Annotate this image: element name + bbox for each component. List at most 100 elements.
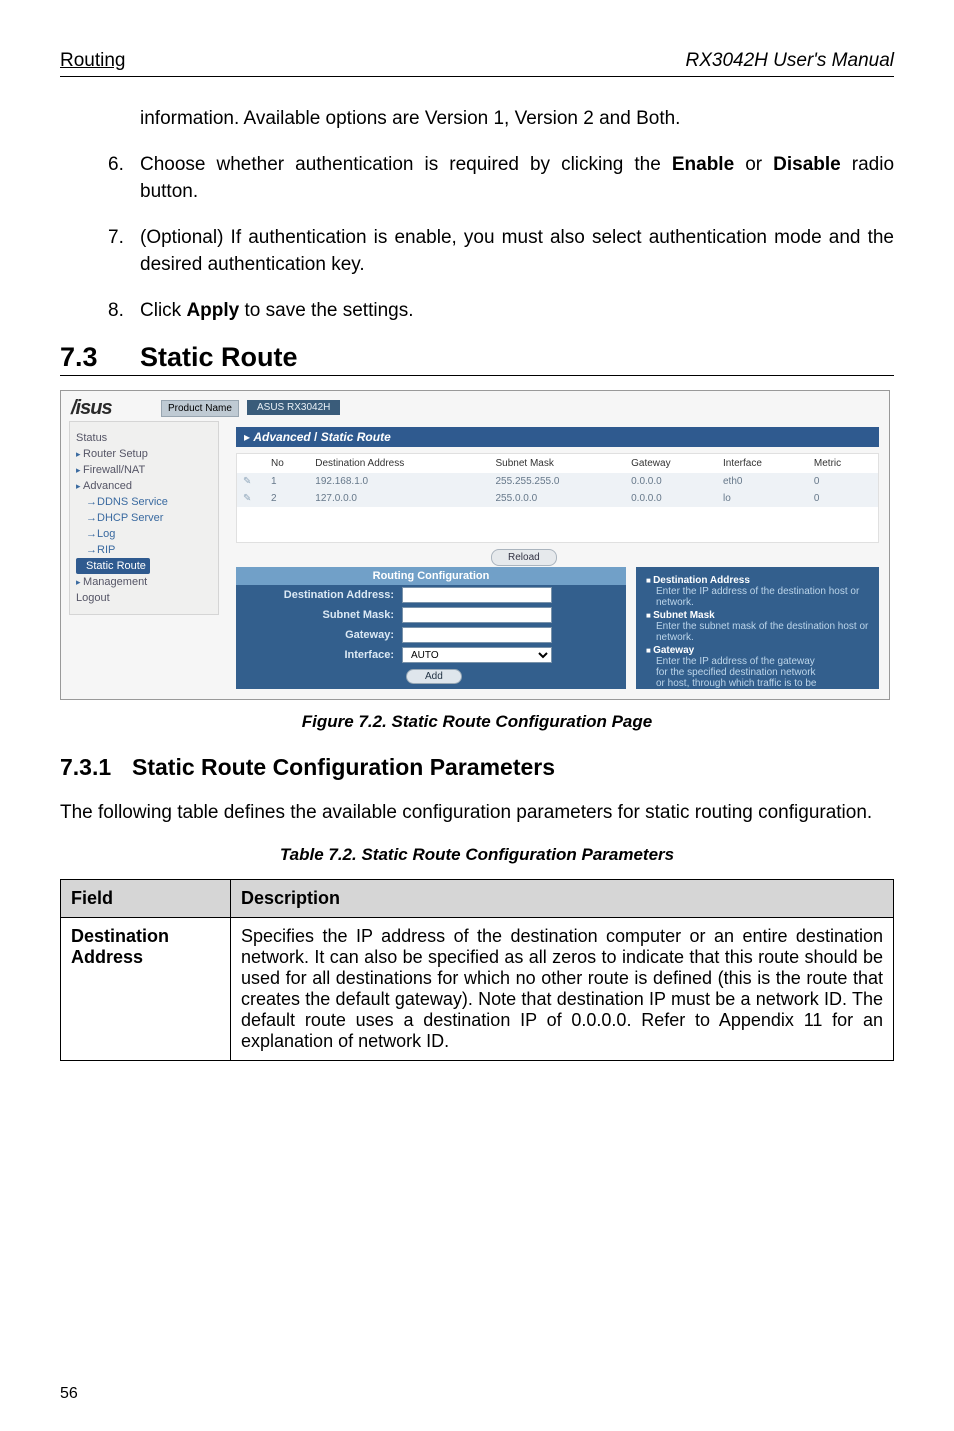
heading-7-3-1-num: 7.3.1 <box>60 754 132 781</box>
cell-dest: 192.168.1.0 <box>309 473 489 490</box>
li6-or: or <box>734 154 773 175</box>
heading-7-3-title: Static Route <box>140 342 298 372</box>
cell-gw: 0.0.0.0 <box>625 490 717 507</box>
sidebar: Status Router Setup Firewall/NAT Advance… <box>69 421 219 615</box>
content-titlebar: ▸ Advanced / Static Route <box>236 427 879 447</box>
table-7-2-caption: Table 7.2. Static Route Configuration Pa… <box>60 845 894 865</box>
li8-apply: Apply <box>186 300 239 321</box>
subnet-mask-label: Subnet Mask: <box>244 609 394 621</box>
heading-7-3-1: 7.3.1Static Route Configuration Paramete… <box>60 754 894 781</box>
interface-select[interactable]: AUTO <box>402 647 552 663</box>
subnet-mask-input[interactable] <box>402 607 552 623</box>
cell-field: Destination Address <box>61 917 231 1060</box>
reload-button[interactable]: Reload <box>491 549 557 566</box>
sidebar-item-rip[interactable]: →RIP <box>76 542 212 558</box>
help-term-gateway: Gateway <box>646 645 869 656</box>
para-7-3-1: The following table defines the availabl… <box>60 799 894 827</box>
page-header: Routing RX3042H User's Manual <box>60 50 894 77</box>
table-row[interactable]: ✎ 1 192.168.1.0 255.255.255.0 0.0.0.0 et… <box>237 473 878 490</box>
para-intro-tail: information. Available options are Versi… <box>60 105 894 133</box>
header-left: Routing <box>60 50 126 72</box>
edit-icon[interactable]: ✎ <box>243 493 255 504</box>
help-desc-gateway-a: Enter the IP address of the gateway <box>646 656 869 667</box>
cell-no: 1 <box>265 473 309 490</box>
dest-address-label: Destination Address: <box>244 589 394 601</box>
edit-icon[interactable]: ✎ <box>243 476 255 487</box>
list-item-6: 6. Choose whether authentication is requ… <box>60 151 894 206</box>
sidebar-item-firewall[interactable]: Firewall/NAT <box>76 462 212 478</box>
routing-config-header: Routing Configuration <box>236 567 626 585</box>
cell-description: Specifies the IP address of the destinat… <box>231 917 894 1060</box>
interface-label: Interface: <box>244 649 394 661</box>
product-name-label: Product Name <box>161 400 239 417</box>
route-table: No Destination Address Subnet Mask Gatew… <box>236 453 879 543</box>
cell-if: lo <box>717 490 808 507</box>
config-params-table: Field Description Destination Address Sp… <box>60 879 894 1061</box>
help-desc-gateway-c: or host, through which traffic is to be <box>646 678 869 689</box>
titlebar-static-route: Static Route <box>321 430 391 444</box>
list-item-7: 7. (Optional) If authentication is enabl… <box>60 224 894 279</box>
header-right: RX3042H User's Manual <box>686 50 895 72</box>
help-desc-mask: Enter the subnet mask of the destination… <box>646 621 869 643</box>
li6-enable: Enable <box>672 154 734 175</box>
gateway-label: Gateway: <box>244 629 394 641</box>
titlebar-sep: / <box>311 430 321 444</box>
titlebar-advanced: Advanced <box>253 430 310 444</box>
li6-t1: Choose whether authentication is require… <box>140 154 672 175</box>
th-interface: Interface <box>717 454 808 473</box>
cell-metric: 0 <box>808 490 878 507</box>
add-button[interactable]: Add <box>406 669 462 684</box>
help-desc-dest: Enter the IP address of the destination … <box>646 586 869 608</box>
figure-7-2-caption: Figure 7.2. Static Route Configuration P… <box>60 712 894 732</box>
th-no: No <box>265 454 309 473</box>
table-header-row: Field Description <box>61 879 894 917</box>
cell-mask: 255.255.255.0 <box>490 473 626 490</box>
list-num-8: 8. <box>108 297 124 325</box>
th-metric: Metric <box>808 454 878 473</box>
heading-7-3-1-title: Static Route Configuration Parameters <box>132 754 555 780</box>
sidebar-item-advanced[interactable]: Advanced <box>76 478 212 494</box>
sidebar-item-ddns[interactable]: →DDNS Service <box>76 494 212 510</box>
list-num-6: 6. <box>108 151 124 179</box>
sidebar-item-dhcp[interactable]: →DHCP Server <box>76 510 212 526</box>
th-description: Description <box>231 879 894 917</box>
router-screenshot: /isus Product Name ASUS RX3042H Status R… <box>60 390 890 700</box>
th-field: Field <box>61 879 231 917</box>
cell-metric: 0 <box>808 473 878 490</box>
help-panel: Destination Address Enter the IP address… <box>636 567 879 689</box>
table-row[interactable]: ✎ 2 127.0.0.0 255.0.0.0 0.0.0.0 lo 0 <box>237 490 878 507</box>
list-num-7: 7. <box>108 224 124 252</box>
cell-gw: 0.0.0.0 <box>625 473 717 490</box>
help-term-mask: Subnet Mask <box>646 610 869 621</box>
sidebar-item-management[interactable]: Management <box>76 574 212 590</box>
table-row: Destination Address Specifies the IP add… <box>61 917 894 1060</box>
sidebar-item-log[interactable]: →Log <box>76 526 212 542</box>
cell-if: eth0 <box>717 473 808 490</box>
heading-7-3-num: 7.3 <box>60 342 140 373</box>
th-gateway: Gateway <box>625 454 717 473</box>
titlebar-arrow-icon: ▸ <box>244 430 253 444</box>
gateway-input[interactable] <box>402 627 552 643</box>
page-number: 56 <box>60 1385 78 1403</box>
li8-t1: Click <box>140 300 186 321</box>
heading-7-3: 7.3Static Route <box>60 342 894 376</box>
list-item-8: 8. Click Apply to save the settings. <box>60 297 894 325</box>
cell-no: 2 <box>265 490 309 507</box>
cell-mask: 255.0.0.0 <box>490 490 626 507</box>
table-header-row: No Destination Address Subnet Mask Gatew… <box>237 454 878 473</box>
dest-address-input[interactable] <box>402 587 552 603</box>
sidebar-item-router-setup[interactable]: Router Setup <box>76 446 212 462</box>
sidebar-item-status[interactable]: Status <box>76 430 212 446</box>
routing-config-panel: Routing Configuration Destination Addres… <box>236 567 626 689</box>
product-name-value: ASUS RX3042H <box>247 400 340 415</box>
li8-t2: to save the settings. <box>239 300 413 321</box>
li6-disable: Disable <box>773 154 841 175</box>
cell-dest: 127.0.0.0 <box>309 490 489 507</box>
li7-text: (Optional) If authentication is enable, … <box>140 227 894 276</box>
th-dest: Destination Address <box>309 454 489 473</box>
asus-logo: /isus <box>71 397 112 420</box>
sidebar-item-static-route[interactable]: Static Route <box>76 558 150 574</box>
sidebar-item-logout[interactable]: Logout <box>76 590 212 606</box>
help-desc-gateway-b: for the specified destination network <box>646 667 869 678</box>
help-term-dest: Destination Address <box>646 575 869 586</box>
